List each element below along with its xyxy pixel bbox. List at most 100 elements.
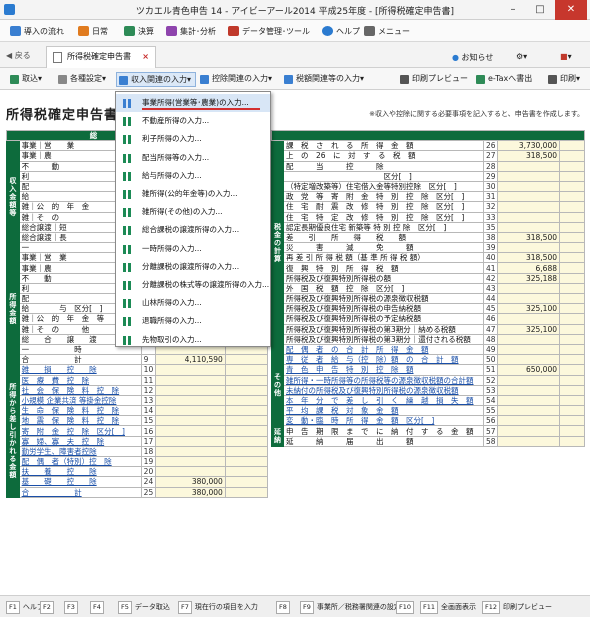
row-extra[interactable] <box>224 455 269 468</box>
row-extra[interactable] <box>558 231 586 244</box>
row-extra[interactable] <box>224 415 269 427</box>
row-label[interactable]: 合 計 <box>18 486 142 498</box>
row-extra[interactable] <box>558 140 586 152</box>
table-row[interactable]: 平 均 課 税 対 象 金 額 55 <box>272 405 586 417</box>
row-extra[interactable] <box>558 160 586 172</box>
menu-flow[interactable]: 導入の流れ <box>10 25 64 39</box>
dropdown-item[interactable]: 雑所得(公的年金等)の入力... <box>116 185 270 203</box>
row-label[interactable]: 合 計 <box>18 354 142 366</box>
row-extra[interactable] <box>558 323 586 335</box>
row-label[interactable]: 延 納 届 出 額 <box>283 435 484 447</box>
dropdown-item[interactable]: 事業所得(営業等･農業)の入力... <box>116 94 270 113</box>
table-row[interactable]: 専 従 者 給 与（控 除）額 の 合 計 額 50 <box>272 354 586 366</box>
print-preview-button[interactable]: 印刷プレビュー <box>398 72 472 87</box>
table-row[interactable]: 雑所得・一時所得等の所得税等の源泉徴収税額の合計額 52 <box>272 374 586 386</box>
table-row[interactable]: 医 療 費 控 除 11 <box>7 374 269 386</box>
row-label[interactable]: 勤労学生、障害者控除 <box>18 445 142 458</box>
row-value[interactable] <box>497 425 560 437</box>
table-row[interactable]: （特定増改築等）住宅借入金等特別控除 区分[ ] 30 <box>272 180 586 193</box>
table-row[interactable]: 寡 婦、寡 夫 控 除 17 <box>7 435 269 447</box>
row-value[interactable] <box>497 282 560 295</box>
row-extra[interactable] <box>558 272 586 284</box>
row-extra[interactable] <box>558 292 586 305</box>
dropdown-item[interactable]: 配当所得等の入力... <box>116 149 270 167</box>
row-label[interactable]: 復 興 特 別 所 得 税 額 <box>283 262 484 274</box>
row-label[interactable]: 生 命 保 険 料 控 除 <box>18 405 142 417</box>
close-button[interactable]: ✕ <box>555 0 587 20</box>
table-row[interactable]: 再 差 引 所 得 税 額（基 準 所 得 税 額） 40 318,500 <box>272 252 586 264</box>
table-row[interactable]: 所得税及び復興特別所得税の第3期分｜還付される税額 48 <box>272 333 586 345</box>
fkey-f11[interactable]: F11 全画面表示 <box>420 601 476 614</box>
row-value[interactable] <box>497 384 560 396</box>
row-extra[interactable] <box>558 405 586 417</box>
row-value[interactable] <box>497 313 560 325</box>
maximize-button[interactable]: □ <box>527 0 553 20</box>
table-row[interactable]: 合 計 25 380,000 <box>7 486 269 498</box>
menu-help[interactable]: ヘルプ <box>322 25 360 39</box>
row-value[interactable] <box>497 333 560 345</box>
row-extra[interactable] <box>558 425 586 437</box>
row-label[interactable]: 所得税及び復興特別所得税の源泉徴収税額 <box>283 292 484 305</box>
table-row[interactable]: 寄 附 金 控 除 区分[ ] 16 <box>7 425 269 437</box>
table-row[interactable]: 所得から差し引かれる金額雑 損 控 除 10 <box>6 364 269 498</box>
row-label[interactable]: 雑所得・一時所得等の所得税等の源泉徴収税額の合計額 <box>283 374 484 386</box>
row-extra[interactable] <box>558 303 586 315</box>
row-extra[interactable] <box>558 374 586 386</box>
row-extra[interactable] <box>224 435 269 447</box>
notice-button[interactable]: ● お知らせ <box>452 52 493 63</box>
table-row[interactable]: 税金の計算課 税 さ れ る 所 得 金 額 26 3,730,000 <box>271 140 586 345</box>
fkey-f1[interactable]: F1 ヘルプ <box>6 601 44 614</box>
back-button[interactable]: ◀ 戻る <box>6 50 31 61</box>
dropdown-item[interactable]: 不動産所得の入力... <box>116 112 270 130</box>
table-row[interactable]: 住 宅 特 定 改 修 特 別 控 除 区分[ ] 33 <box>272 211 586 223</box>
table-row[interactable]: 扶 養 控 除 20 <box>7 466 269 478</box>
table-row[interactable]: 政 党 等 寄 附 金 特 別 控 除 区分[ ] 31 <box>272 191 586 203</box>
row-label[interactable]: 上 の 26 に 対 す る 税 額 <box>283 150 484 162</box>
dropdown-item[interactable]: 総合課税の譲渡所得の入力... <box>116 221 270 239</box>
table-row[interactable]: 上 の 26 に 対 す る 税 額 27 318,500 <box>272 150 586 162</box>
table-row[interactable]: 基 礎 控 除 24 380,000 <box>7 476 269 488</box>
row-extra[interactable] <box>224 445 269 458</box>
row-value[interactable] <box>155 364 226 376</box>
row-extra[interactable] <box>224 394 269 407</box>
table-row[interactable]: 配 当 控 除 28 <box>272 160 586 172</box>
row-label[interactable]: 地 震 保 険 料 控 除 <box>18 415 142 427</box>
fkey-f3[interactable]: F3 <box>64 601 81 614</box>
row-extra[interactable] <box>224 364 269 376</box>
table-row[interactable]: 所得税及び復興特別所得税の額 42 325,188 <box>272 272 586 284</box>
row-label[interactable]: 認定長期優良住宅 新築等 特 別 控 除 区分[ ] <box>283 221 484 233</box>
row-extra[interactable] <box>224 384 269 396</box>
row-value[interactable]: 325,188 <box>497 272 560 284</box>
row-value[interactable] <box>497 292 560 305</box>
row-value[interactable] <box>497 415 560 427</box>
row-value[interactable] <box>155 466 226 478</box>
row-value[interactable] <box>155 435 226 447</box>
table-row[interactable]: 延 納 届 出 額 58 <box>272 435 586 447</box>
row-value[interactable]: 318,500 <box>497 150 560 162</box>
row-value[interactable]: 318,500 <box>497 231 560 244</box>
row-extra[interactable] <box>558 394 586 407</box>
row-extra[interactable] <box>224 466 269 478</box>
dropdown-item[interactable]: 分離課税の株式等の譲渡所得の入力... <box>116 276 270 294</box>
row-value[interactable] <box>497 394 560 407</box>
menu-settlement[interactable]: 決算 <box>124 25 154 39</box>
dropdown-item[interactable]: 雑所得(その他)の入力... <box>116 203 270 221</box>
row-extra[interactable] <box>224 354 269 366</box>
etax-export-button[interactable]: e-Taxへ書出 <box>474 72 536 87</box>
table-row[interactable]: 外 国 税 額 控 除 区分[ ] 43 <box>272 282 586 295</box>
row-value[interactable] <box>497 170 560 182</box>
row-value[interactable] <box>155 384 226 396</box>
row-label[interactable]: 所得税及び復興特別所得税の額 <box>283 272 484 284</box>
row-label[interactable]: 課 税 さ れ る 所 得 金 額 <box>283 140 484 152</box>
row-label[interactable]: 基 礎 控 除 <box>18 476 142 488</box>
row-extra[interactable] <box>224 476 269 488</box>
table-row[interactable]: 社 会 保 険 料 控 除 12 <box>7 384 269 396</box>
row-label[interactable]: 所得税及び復興特別所得税の第3期分｜納める税額 <box>283 323 484 335</box>
row-value[interactable]: 4,110,590 <box>155 354 226 366</box>
table-row[interactable]: 災 害 減 免 額 39 <box>272 242 586 254</box>
row-extra[interactable] <box>558 252 586 264</box>
row-extra[interactable] <box>558 364 586 376</box>
row-label[interactable]: 寄 附 金 控 除 区分[ ] <box>18 425 142 437</box>
row-label[interactable]: 配 当 控 除 <box>283 160 484 172</box>
row-label[interactable]: 扶 養 控 除 <box>18 466 142 478</box>
